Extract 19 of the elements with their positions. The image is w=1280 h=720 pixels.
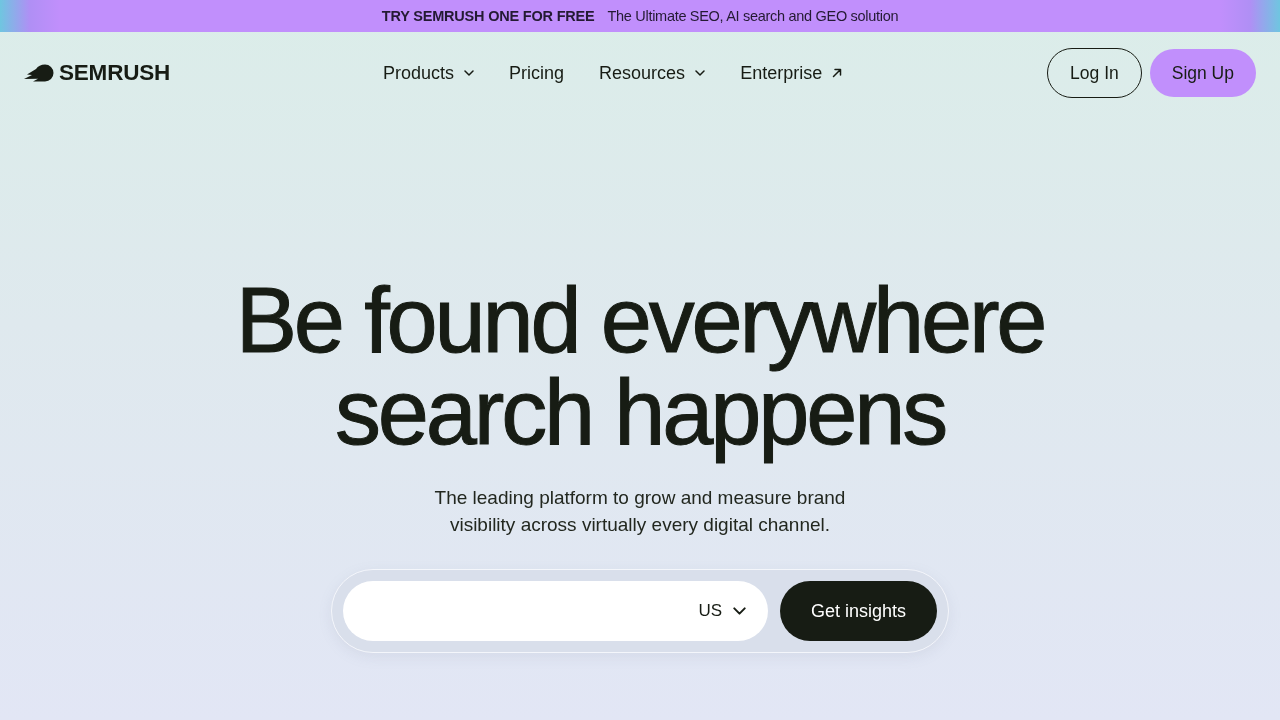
sign-up-button[interactable]: Sign Up: [1149, 49, 1256, 97]
nav-menu-item[interactable]: Products: [383, 62, 475, 84]
nav-menu-item[interactable]: Enterprise: [740, 62, 843, 84]
fireball-logo-icon: [24, 64, 54, 82]
hero-heading: Be found everywhere search happens: [234, 274, 1046, 465]
get-insights-button[interactable]: Get insights: [780, 581, 937, 641]
chevron-down-icon: [464, 70, 475, 76]
country-select[interactable]: US: [690, 581, 768, 641]
domain-input-field[interactable]: [343, 581, 691, 641]
nav-menu-item[interactable]: Pricing: [509, 62, 565, 84]
arrow-up-right-icon: [832, 68, 843, 78]
chevron-down-icon: [733, 607, 746, 615]
chevron-down-icon: [695, 70, 706, 76]
promo-headline[interactable]: TRY SEMRUSH ONE FOR FREE: [381, 8, 595, 24]
promo-text: The Ultimate SEO, AI search and GEO solution: [607, 8, 899, 24]
log-in-button[interactable]: Log In: [1047, 48, 1142, 98]
hero-subtitle: The leading platform to grow and measure brand visibility across virtually every digital channel.: [433, 486, 847, 537]
logo-link[interactable]: SEMRUSH: [24, 60, 171, 86]
nav-menu-item[interactable]: Resources: [599, 62, 706, 84]
